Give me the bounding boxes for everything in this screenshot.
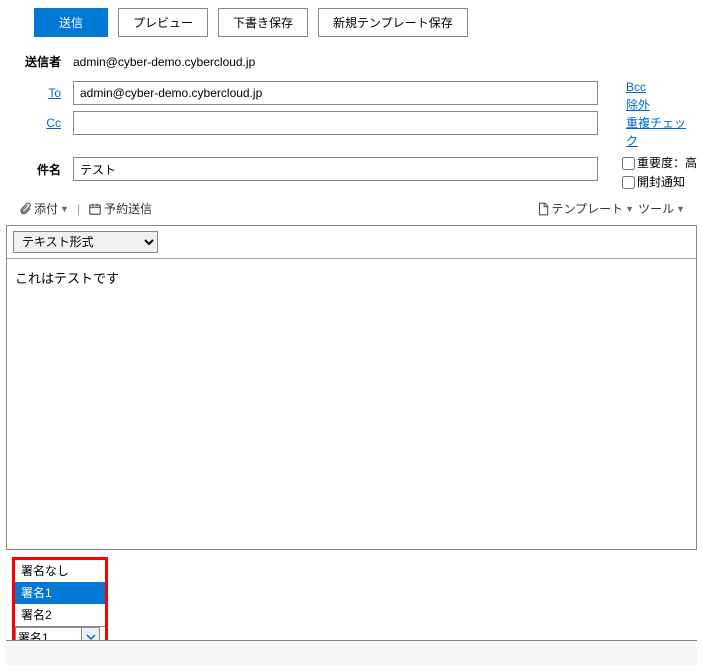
priority-high-check[interactable]: 重要度：高	[622, 154, 697, 173]
to-label-link[interactable]: To	[48, 86, 61, 100]
tool-dropdown[interactable]: ツール ▼	[638, 200, 685, 217]
to-input[interactable]	[73, 81, 598, 105]
subject-label: 件名	[37, 163, 61, 177]
save-draft-button[interactable]: 下書き保存	[218, 8, 308, 37]
format-select[interactable]: テキスト形式	[13, 231, 158, 253]
template-dropdown[interactable]: テンプレート ▼	[536, 200, 635, 217]
signature-option-sig2[interactable]: 署名2	[15, 604, 105, 626]
save-template-button[interactable]: 新規テンプレート保存	[318, 8, 468, 37]
cc-label-link[interactable]: Cc	[46, 116, 61, 130]
bcc-link[interactable]: Bcc	[626, 78, 693, 96]
signature-listbox[interactable]: 署名なし 署名1 署名2	[15, 560, 105, 626]
preview-button[interactable]: プレビュー	[118, 8, 208, 37]
chevron-down-icon: ▼	[676, 204, 685, 214]
subject-input[interactable]	[73, 157, 598, 181]
status-bar	[6, 640, 697, 665]
attach-button[interactable]: 添付 ▼	[18, 200, 69, 217]
editor-body[interactable]: これはテストです	[7, 259, 696, 549]
cc-input[interactable]	[73, 111, 598, 135]
paperclip-icon	[18, 202, 32, 216]
signature-option-none[interactable]: 署名なし	[15, 560, 105, 582]
read-receipt-check[interactable]: 開封通知	[622, 173, 697, 192]
calendar-icon	[88, 202, 102, 216]
send-button[interactable]: 送信	[34, 8, 108, 37]
sender-value: admin@cyber-demo.cybercloud.jp	[73, 55, 685, 69]
dup-check-link[interactable]: 重複チェック	[626, 114, 693, 150]
scheduled-send-button[interactable]: 予約送信	[88, 200, 152, 217]
sender-label: 送信者	[25, 55, 61, 69]
chevron-down-icon: ▼	[60, 204, 69, 214]
document-icon	[536, 202, 550, 216]
signature-option-sig1[interactable]: 署名1	[15, 582, 105, 604]
chevron-down-icon: ▼	[625, 204, 634, 214]
exclude-link[interactable]: 除外	[626, 96, 693, 114]
